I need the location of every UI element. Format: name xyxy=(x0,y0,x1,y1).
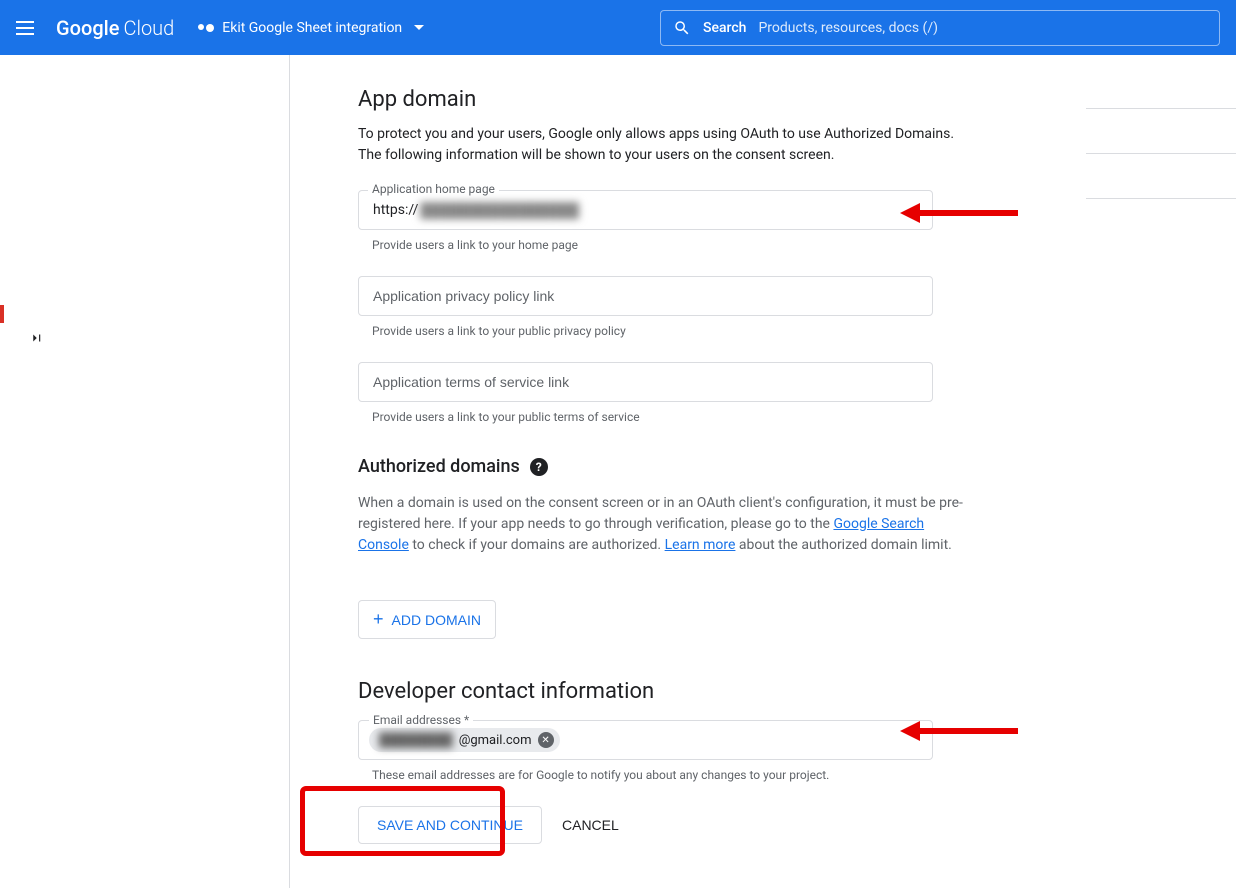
remove-email-icon[interactable]: ✕ xyxy=(538,732,554,748)
home-page-label: Application home page xyxy=(368,182,499,196)
email-addresses-label: Email addresses * xyxy=(369,713,473,727)
tos-helper: Provide users a link to your public term… xyxy=(372,410,978,424)
authorized-domains-title-row: Authorized domains ? xyxy=(358,456,978,477)
app-domain-description: To protect you and your users, Google on… xyxy=(358,124,978,166)
plus-icon: + xyxy=(373,609,384,630)
help-icon[interactable]: ? xyxy=(530,458,548,476)
search-label: Search xyxy=(703,20,746,36)
privacy-helper: Provide users a link to your public priv… xyxy=(372,324,978,338)
authorized-domains-description: When a domain is used on the consent scr… xyxy=(358,493,978,556)
menu-icon[interactable] xyxy=(16,16,40,40)
authorized-domains-title: Authorized domains xyxy=(358,456,520,477)
email-chip: ████████@gmail.com ✕ xyxy=(369,728,560,752)
privacy-input[interactable] xyxy=(358,276,933,316)
tos-input[interactable] xyxy=(358,362,933,402)
logo-google-text: Google xyxy=(56,16,119,40)
add-domain-button[interactable]: + ADD DOMAIN xyxy=(358,600,496,639)
collapse-sidebar-icon[interactable] xyxy=(28,330,42,349)
project-icon xyxy=(198,24,214,32)
home-page-field: Application home page https:// █████████… xyxy=(358,190,978,230)
project-name: Ekit Google Sheet integration xyxy=(222,20,402,36)
sidebar-active-marker xyxy=(0,305,4,323)
google-cloud-logo[interactable]: Google Cloud xyxy=(56,16,174,40)
email-addresses-field[interactable]: Email addresses * ████████@gmail.com ✕ xyxy=(358,720,933,760)
search-bar[interactable]: Search Products, resources, docs (/) xyxy=(660,10,1220,46)
home-page-helper: Provide users a link to your home page xyxy=(372,238,978,252)
email-helper: These email addresses are for Google to … xyxy=(372,768,978,782)
search-placeholder: Products, resources, docs (/) xyxy=(758,20,938,36)
search-icon xyxy=(673,19,691,37)
chevron-down-icon xyxy=(414,25,424,30)
home-page-input[interactable]: https:// ████████████████ xyxy=(358,190,933,230)
content-area: App domain To protect you and your users… xyxy=(318,55,1018,888)
right-side-lines xyxy=(1086,108,1236,243)
project-selector[interactable]: Ekit Google Sheet integration xyxy=(198,20,424,36)
button-row: SAVE AND CONTINUE CANCEL xyxy=(358,806,978,844)
top-header: Google Cloud Ekit Google Sheet integrati… xyxy=(0,0,1236,55)
logo-cloud-text: Cloud xyxy=(123,16,174,40)
main-layout: App domain To protect you and your users… xyxy=(0,55,1236,888)
cancel-button[interactable]: CANCEL xyxy=(562,817,619,833)
app-domain-title: App domain xyxy=(358,87,978,112)
sidebar xyxy=(0,55,290,888)
privacy-field xyxy=(358,276,978,316)
learn-more-link[interactable]: Learn more xyxy=(665,537,736,553)
add-domain-label: ADD DOMAIN xyxy=(392,612,481,628)
developer-contact-title: Developer contact information xyxy=(358,679,978,704)
save-and-continue-button[interactable]: SAVE AND CONTINUE xyxy=(358,806,542,844)
tos-field xyxy=(358,362,978,402)
